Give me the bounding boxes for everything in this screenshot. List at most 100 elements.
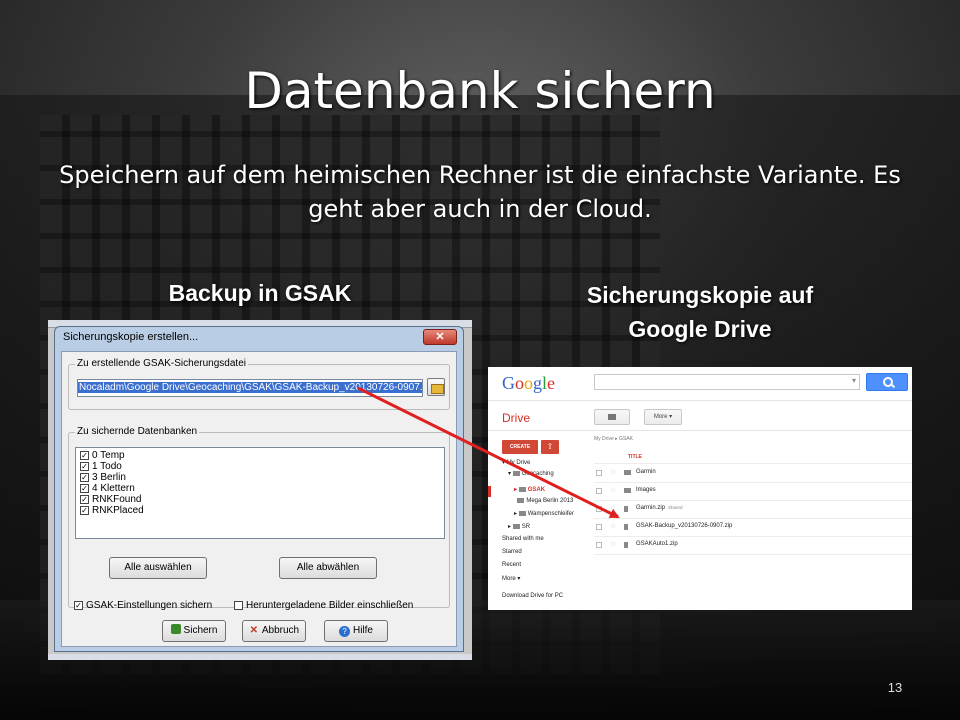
- file-row[interactable]: ☆ GSAKAuto1.zip: [594, 536, 912, 554]
- row-divider: [594, 554, 912, 555]
- heading-google-drive: Sicherungskopie auf Google Drive: [540, 278, 860, 346]
- row-checkbox[interactable]: [596, 542, 602, 548]
- include-images-option[interactable]: Heruntergeladene Bilder einschließen: [234, 600, 413, 611]
- more-button[interactable]: More ▾: [644, 409, 682, 425]
- file-row[interactable]: ☆ Garmin.zip Shared: [594, 500, 912, 518]
- page-number: 13: [887, 680, 903, 695]
- database-label: 0 Temp: [92, 450, 125, 461]
- search-button[interactable]: [866, 373, 908, 391]
- nav-starred[interactable]: Starred: [502, 549, 522, 555]
- zip-file-icon: [624, 506, 628, 512]
- star-icon[interactable]: ☆: [610, 540, 616, 548]
- select-all-button[interactable]: Alle auswählen: [109, 557, 207, 579]
- database-item[interactable]: ✓ 1 Todo: [80, 461, 440, 472]
- close-button[interactable]: ✕: [423, 329, 457, 345]
- database-item[interactable]: ✓ RNKFound: [80, 494, 440, 505]
- database-label: 1 Todo: [92, 461, 122, 472]
- google-logo: Google: [502, 373, 556, 393]
- folder-icon: [624, 470, 631, 475]
- nav-sr[interactable]: ▸ SR: [508, 523, 530, 530]
- nav-active-indicator: [488, 486, 491, 497]
- drive-search-input[interactable]: [594, 374, 860, 390]
- database-item[interactable]: ✓ RNKPlaced: [80, 505, 440, 516]
- file-name: GSAK-Backup_v20130726-0907.zip: [636, 523, 733, 529]
- nav-wampenschleifer[interactable]: ▸ Wampenschleifer: [514, 510, 574, 517]
- folder-icon: [517, 498, 525, 503]
- download-drive-link[interactable]: Download Drive for PC: [502, 593, 563, 599]
- file-name: Images: [636, 487, 656, 493]
- backup-file-group: Zu erstellende GSAK-Sicherungsdatei Noca…: [68, 358, 450, 410]
- title-column-header[interactable]: TITLE: [628, 454, 642, 460]
- checkbox-checked[interactable]: ✓: [74, 601, 83, 610]
- include-images-label: Heruntergeladene Bilder einschließen: [246, 600, 414, 611]
- file-row[interactable]: ☆ Garmin: [594, 464, 912, 482]
- star-icon[interactable]: ☆: [610, 468, 616, 476]
- browse-folder-button[interactable]: [427, 378, 445, 396]
- star-icon[interactable]: ☆: [610, 486, 616, 494]
- checkbox-checked[interactable]: ✓: [80, 451, 89, 460]
- cancel-button[interactable]: ✕ Abbruch: [242, 620, 306, 642]
- drive-label: Drive: [502, 411, 531, 425]
- backup-file-group-label: Zu erstellende GSAK-Sicherungsdatei: [75, 358, 248, 369]
- backup-path-input[interactable]: Nocaladm\Google Drive\Geocaching\GSAK\GS…: [77, 379, 423, 397]
- checkbox-checked[interactable]: ✓: [80, 462, 89, 471]
- checkbox-checked[interactable]: ✓: [80, 506, 89, 515]
- file-row[interactable]: ☆ GSAK-Backup_v20130726-0907.zip: [594, 518, 912, 536]
- database-item[interactable]: ✓ 3 Berlin: [80, 472, 440, 483]
- star-icon[interactable]: ☆: [610, 522, 616, 530]
- nav-my-drive[interactable]: ▾ My Drive: [502, 459, 530, 466]
- row-checkbox[interactable]: [596, 524, 602, 530]
- backup-path-text: Nocaladm\Google Drive\Geocaching\GSAK\GS…: [78, 382, 422, 393]
- row-checkbox[interactable]: [596, 470, 602, 476]
- heading-google-drive-line2: Google Drive: [628, 316, 772, 342]
- nav-label: Geocaching: [521, 471, 554, 477]
- zip-file-icon: [624, 542, 628, 548]
- database-group: Zu sichernde Datenbanken ✓ 0 Temp ✓ 1 Todo…: [68, 426, 450, 608]
- save-settings-option[interactable]: ✓ GSAK-Einstellungen sichern: [74, 600, 212, 611]
- cancel-x-icon: ✕: [249, 625, 259, 636]
- folder-icon: [518, 487, 526, 492]
- save-button[interactable]: Sichern: [162, 620, 226, 642]
- deselect-all-button[interactable]: Alle abwählen: [279, 557, 377, 579]
- database-label: 3 Berlin: [92, 472, 126, 483]
- nav-label: SR: [521, 524, 531, 530]
- nav-recent[interactable]: Recent: [502, 562, 521, 568]
- file-row[interactable]: ☆ Images: [594, 482, 912, 500]
- nav-mega-berlin[interactable]: Mega Berlin 2013: [514, 498, 573, 504]
- toolbar-divider: [488, 430, 912, 431]
- row-checkbox[interactable]: [596, 506, 602, 512]
- new-folder-button[interactable]: [594, 409, 630, 425]
- nav-label: Mega Berlin 2013: [526, 498, 574, 504]
- database-label: RNKPlaced: [92, 505, 144, 516]
- zip-file-icon: [624, 524, 628, 530]
- database-item[interactable]: ✓ 4 Klettern: [80, 483, 440, 494]
- upload-icon: ⇧: [546, 442, 554, 451]
- nav-more[interactable]: More ▾: [502, 575, 520, 582]
- checkmark-icon: [170, 624, 181, 634]
- nav-geocaching[interactable]: ▾ Geocaching: [508, 470, 554, 477]
- file-name: Garmin.zip Shared: [636, 505, 683, 511]
- save-settings-label: GSAK-Einstellungen sichern: [86, 600, 213, 611]
- nav-shared-with-me[interactable]: Shared with me: [502, 536, 544, 542]
- file-name: GSAKAuto1.zip: [636, 541, 678, 547]
- nav-label: GSAK: [527, 487, 546, 493]
- checkbox-unchecked[interactable]: [234, 601, 243, 610]
- star-icon[interactable]: ☆: [610, 504, 616, 512]
- checkbox-checked[interactable]: ✓: [80, 473, 89, 482]
- folder-icon: [518, 511, 526, 516]
- gsak-backup-dialog: Sicherungskopie erstellen... ✕ Zu erstel…: [54, 326, 464, 652]
- gsak-background-strip-bottom: [48, 654, 472, 660]
- checkbox-checked[interactable]: ✓: [80, 495, 89, 504]
- checkbox-checked[interactable]: ✓: [80, 484, 89, 493]
- gsak-screenshot: Sicherungskopie erstellen... ✕ Zu erstel…: [48, 320, 472, 660]
- cancel-button-label: Abbruch: [261, 625, 300, 636]
- nav-gsak[interactable]: ▸ GSAK: [514, 486, 545, 493]
- row-checkbox[interactable]: [596, 488, 602, 494]
- create-button[interactable]: CREATE: [502, 440, 538, 454]
- help-button[interactable]: ? Hilfe: [324, 620, 388, 642]
- upload-button[interactable]: ⇧: [541, 440, 559, 454]
- nav-label: Wampenschleifer: [527, 511, 574, 517]
- slide-subtitle: Speichern auf dem heimischen Rechner ist…: [59, 161, 901, 223]
- folder-icon: [512, 471, 520, 476]
- database-item[interactable]: ✓ 0 Temp: [80, 450, 440, 461]
